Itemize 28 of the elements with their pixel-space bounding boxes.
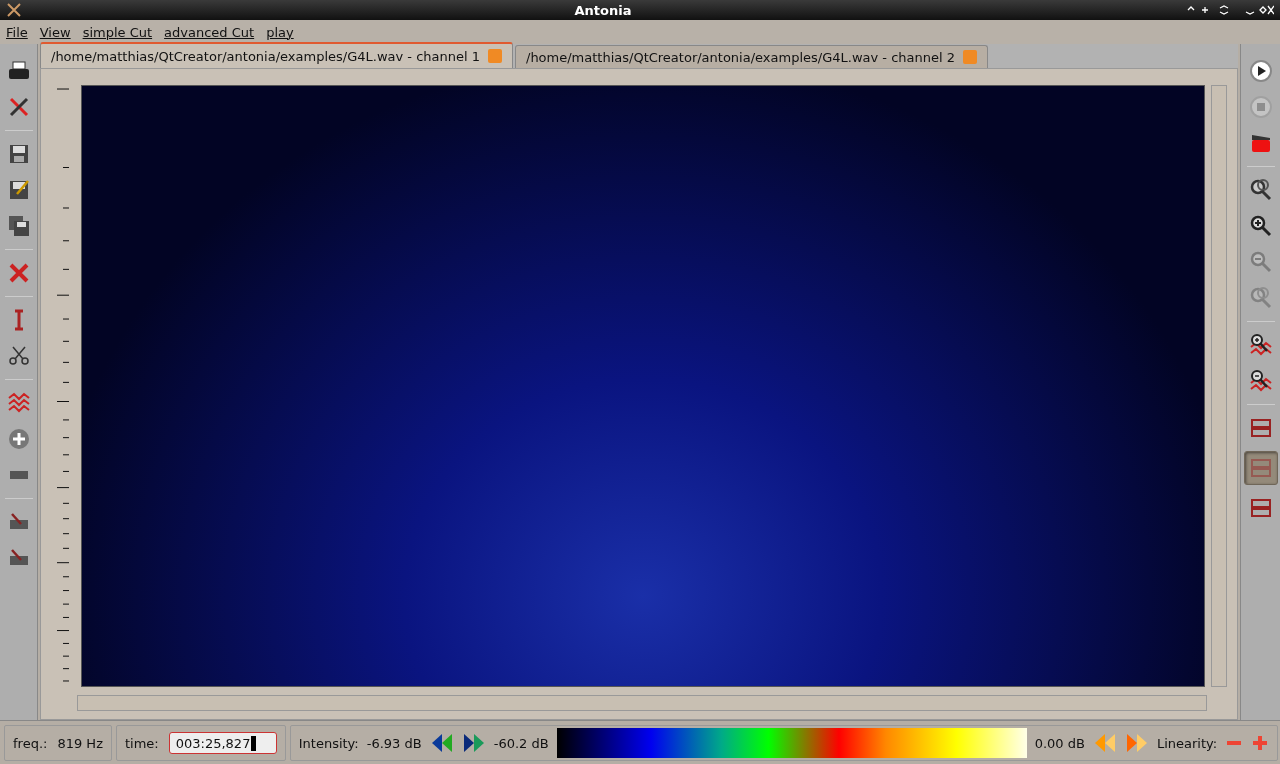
wave-icon	[6, 391, 31, 415]
freq-label: freq.:	[13, 735, 48, 751]
tab-label: /home/matthias/QtCreator/antonia/examples/G4L.wav - channel 2	[526, 49, 955, 65]
intensity-label: Intensity:	[298, 735, 359, 751]
intensity-low-value: -6.93 dB	[366, 735, 422, 751]
file-tab[interactable]: /home/matthias/QtCreator/antonia/examples/G4L.wav - channel 1	[40, 42, 513, 68]
horizontal-scrollbar[interactable]	[77, 695, 1207, 711]
file-tab[interactable]: /home/matthias/QtCreator/antonia/examples/G4L.wav - channel 2	[515, 45, 988, 68]
save-all-icon	[6, 214, 31, 238]
text-cursor-icon	[13, 308, 24, 332]
menu-item[interactable]: play	[260, 24, 300, 40]
add-icon	[6, 427, 31, 451]
scissors-icon	[6, 344, 31, 368]
time-label: time:	[124, 735, 159, 751]
menu-item[interactable]: View	[33, 24, 77, 40]
menu-item[interactable]: simple Cut	[76, 24, 159, 40]
intensity-high-value: -60.2 dB	[493, 735, 549, 751]
time-field[interactable]: 003:25,827	[168, 732, 277, 754]
vertical-scrollbar[interactable]	[1211, 85, 1227, 687]
window-title: Antonia	[573, 2, 633, 18]
menu-item[interactable]: advanced Cut	[158, 24, 261, 40]
fast-forward-icon[interactable]	[461, 733, 486, 753]
freq-value: 819 Hz	[57, 735, 103, 751]
app-icon	[6, 2, 22, 18]
linearity-label: Linearity:	[1156, 735, 1218, 751]
scale-max-value: 0.00 dB	[1034, 735, 1085, 751]
menu-item[interactable]: File	[0, 24, 34, 40]
tab-label: /home/matthias/QtCreator/antonia/examples/G4L.wav - channel 1	[51, 48, 480, 64]
